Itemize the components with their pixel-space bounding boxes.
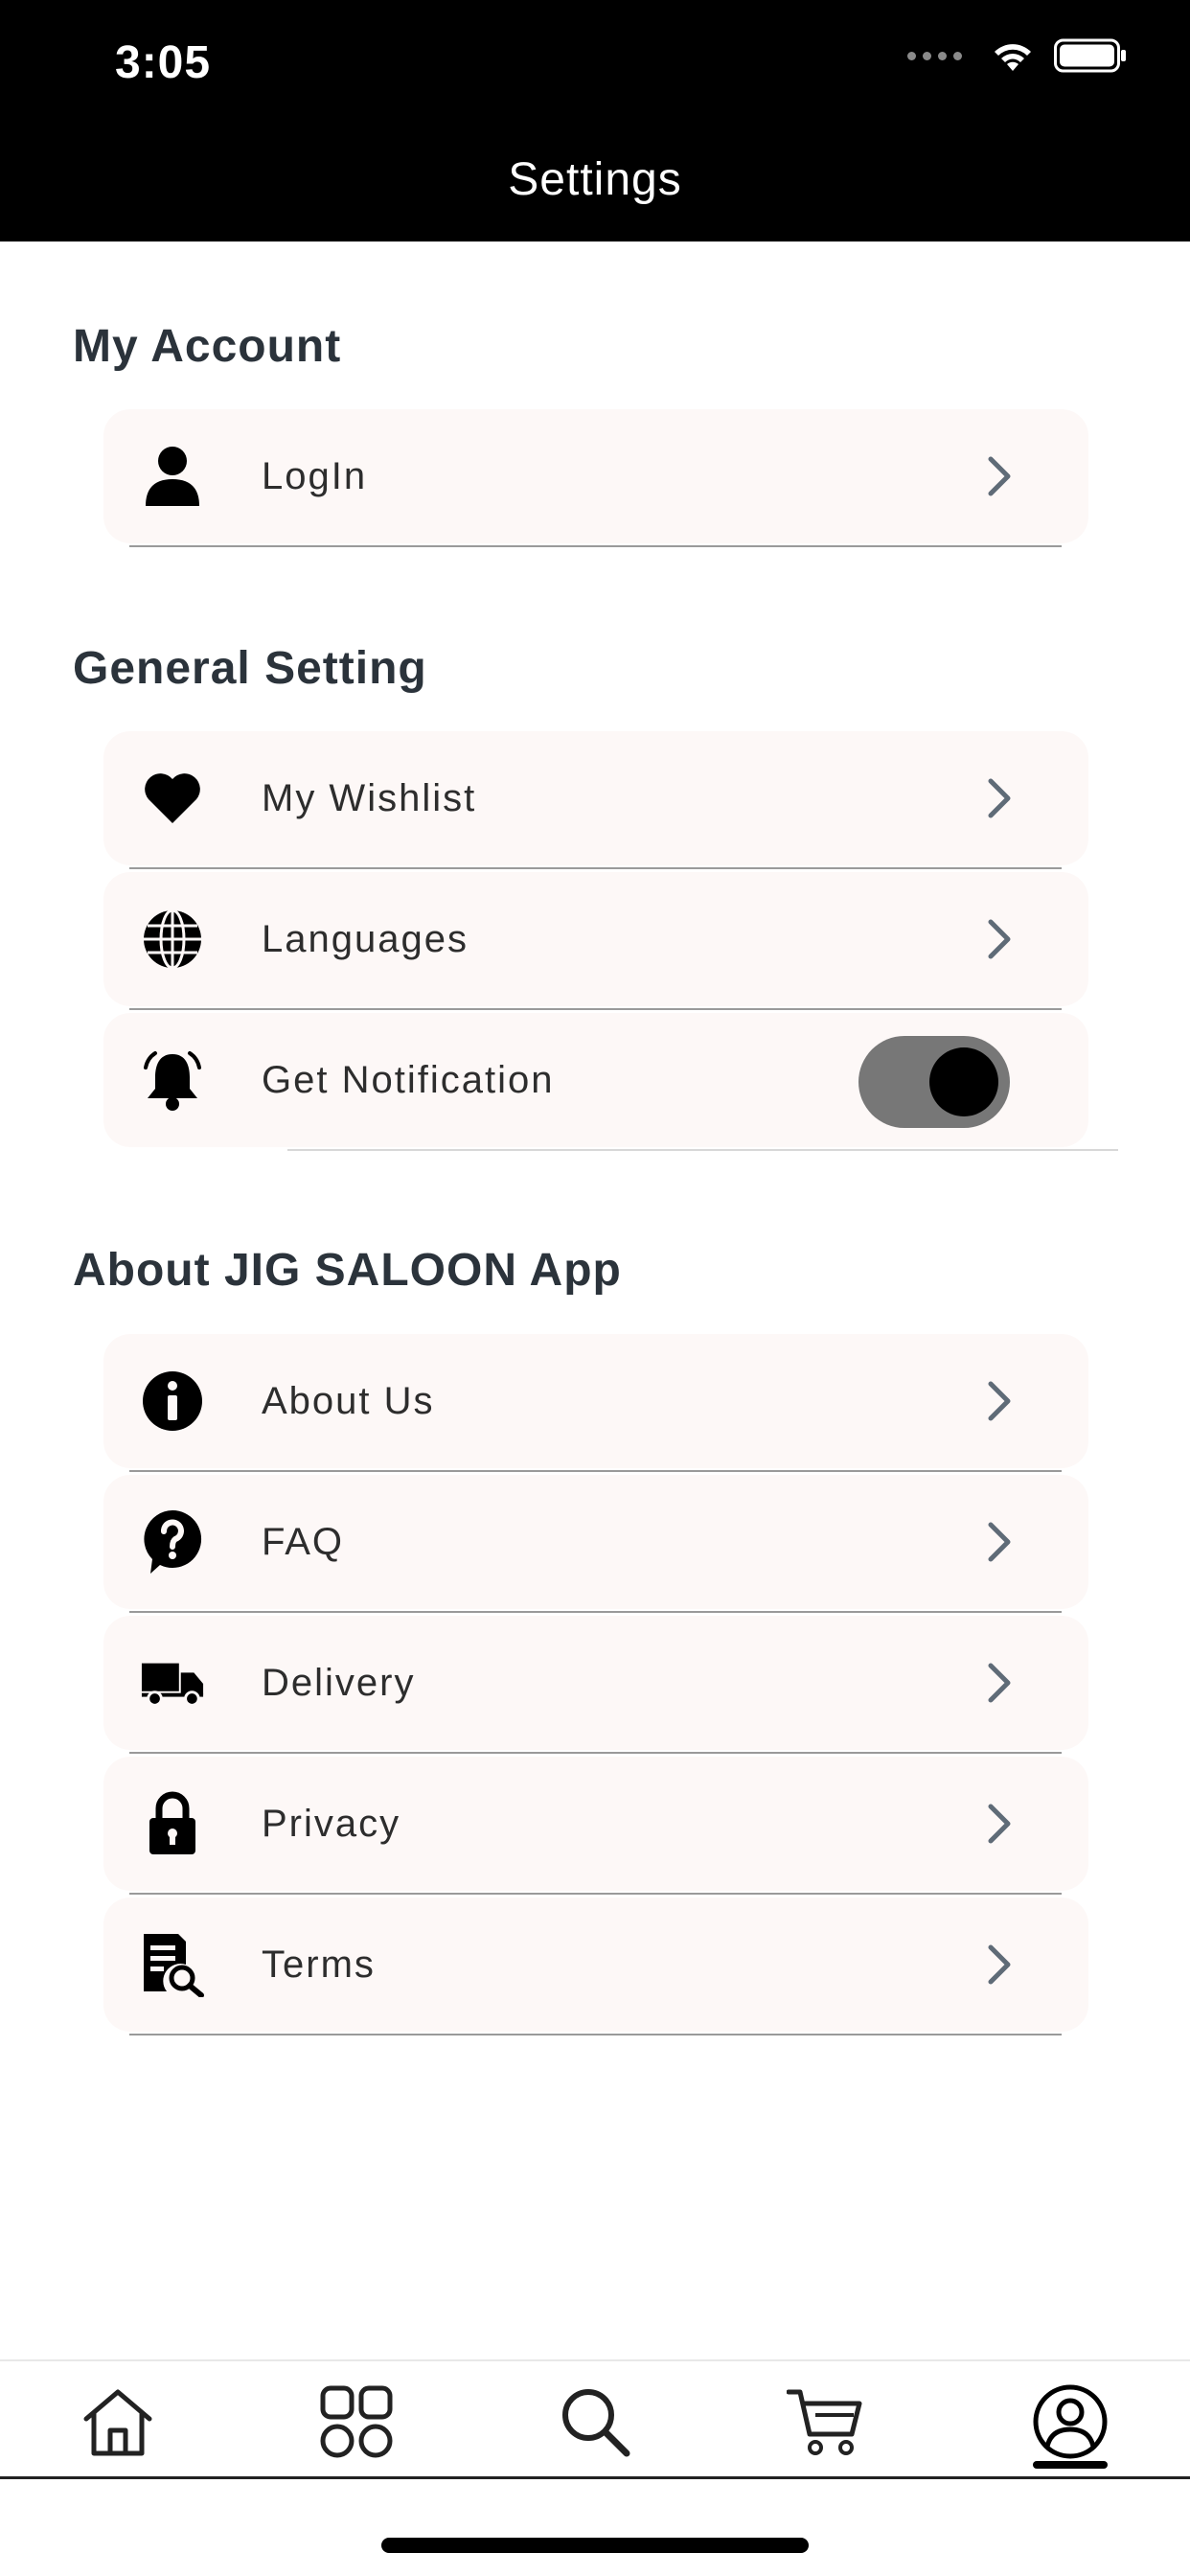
bottom-navigation <box>0 2359 1190 2479</box>
wifi-icon <box>995 44 1031 71</box>
nav-categories[interactable] <box>313 2379 400 2465</box>
divider <box>129 867 1062 869</box>
settings-item-languages[interactable]: Languages <box>103 872 1088 1006</box>
chevron-right-icon <box>988 1944 1011 1985</box>
battery-icon <box>1054 38 1126 73</box>
divider <box>287 1149 1118 1151</box>
settings-item-terms[interactable]: Terms <box>103 1898 1088 2032</box>
settings-item-about-us[interactable]: About Us <box>103 1334 1088 1468</box>
settings-item-label: About Us <box>262 1380 435 1422</box>
truck-icon <box>140 1650 205 1715</box>
cart-icon <box>787 2389 862 2455</box>
nav-cart[interactable] <box>782 2379 868 2465</box>
chevron-right-icon <box>988 456 1011 496</box>
home-indicator <box>381 2538 809 2553</box>
chevron-right-icon <box>988 919 1011 959</box>
divider <box>129 1470 1062 1472</box>
settings-item-label: Languages <box>262 918 469 960</box>
question-icon <box>140 1509 205 1575</box>
divider <box>129 2034 1062 2036</box>
header: 3:05 Settings <box>0 0 1190 242</box>
document-search-icon <box>140 1932 205 1997</box>
search-icon <box>562 2389 630 2457</box>
section-title-my-account: My Account <box>73 321 342 372</box>
settings-item-label: My Wishlist <box>262 777 477 819</box>
settings-item-label: Get Notification <box>262 1059 555 1101</box>
divider <box>129 545 1062 547</box>
settings-item-login[interactable]: LogIn <box>103 409 1088 543</box>
info-icon <box>140 1368 205 1434</box>
divider <box>129 1008 1062 1010</box>
section-title-about: About JIG SALOON App <box>73 1245 622 1296</box>
section-title-general-setting: General Setting <box>73 643 427 694</box>
bell-icon <box>140 1047 205 1113</box>
settings-item-label: Privacy <box>262 1803 401 1845</box>
lock-icon <box>140 1791 205 1856</box>
chevron-right-icon <box>988 778 1011 818</box>
chevron-right-icon <box>988 1804 1011 1844</box>
settings-item-label: FAQ <box>262 1521 345 1563</box>
settings-item-privacy[interactable]: Privacy <box>103 1757 1088 1891</box>
nav-home[interactable] <box>75 2379 161 2465</box>
settings-item-label: Terms <box>262 1944 376 1986</box>
status-time: 3:05 <box>115 37 212 88</box>
nav-active-indicator <box>1033 2461 1108 2469</box>
divider <box>129 1752 1062 1754</box>
heart-icon <box>140 766 205 831</box>
divider <box>129 1893 1062 1895</box>
settings-item-faq[interactable]: FAQ <box>103 1475 1088 1609</box>
notification-toggle[interactable] <box>858 1036 1010 1128</box>
settings-item-my-wishlist[interactable]: My Wishlist <box>103 731 1088 865</box>
nav-profile[interactable] <box>1027 2379 1113 2465</box>
profile-icon <box>1033 2384 1108 2459</box>
page-title: Settings <box>508 154 682 205</box>
settings-item-delivery[interactable]: Delivery <box>103 1616 1088 1750</box>
categories-icon <box>320 2385 393 2458</box>
user-icon <box>140 444 205 509</box>
settings-item-label: LogIn <box>262 455 368 497</box>
chevron-right-icon <box>988 1522 1011 1562</box>
home-icon <box>83 2389 152 2456</box>
divider <box>129 1611 1062 1613</box>
globe-icon <box>140 907 205 972</box>
chevron-right-icon <box>988 1663 1011 1703</box>
chevron-right-icon <box>988 1381 1011 1421</box>
toggle-knob <box>929 1047 998 1116</box>
settings-screen: 3:05 Settings My Account LogIn General S… <box>0 0 1190 2576</box>
nav-search[interactable] <box>552 2379 638 2465</box>
settings-item-label: Delivery <box>262 1662 416 1704</box>
status-icons <box>907 38 1127 73</box>
settings-item-get-notification: Get Notification <box>103 1013 1088 1147</box>
signal-icon <box>907 51 962 60</box>
